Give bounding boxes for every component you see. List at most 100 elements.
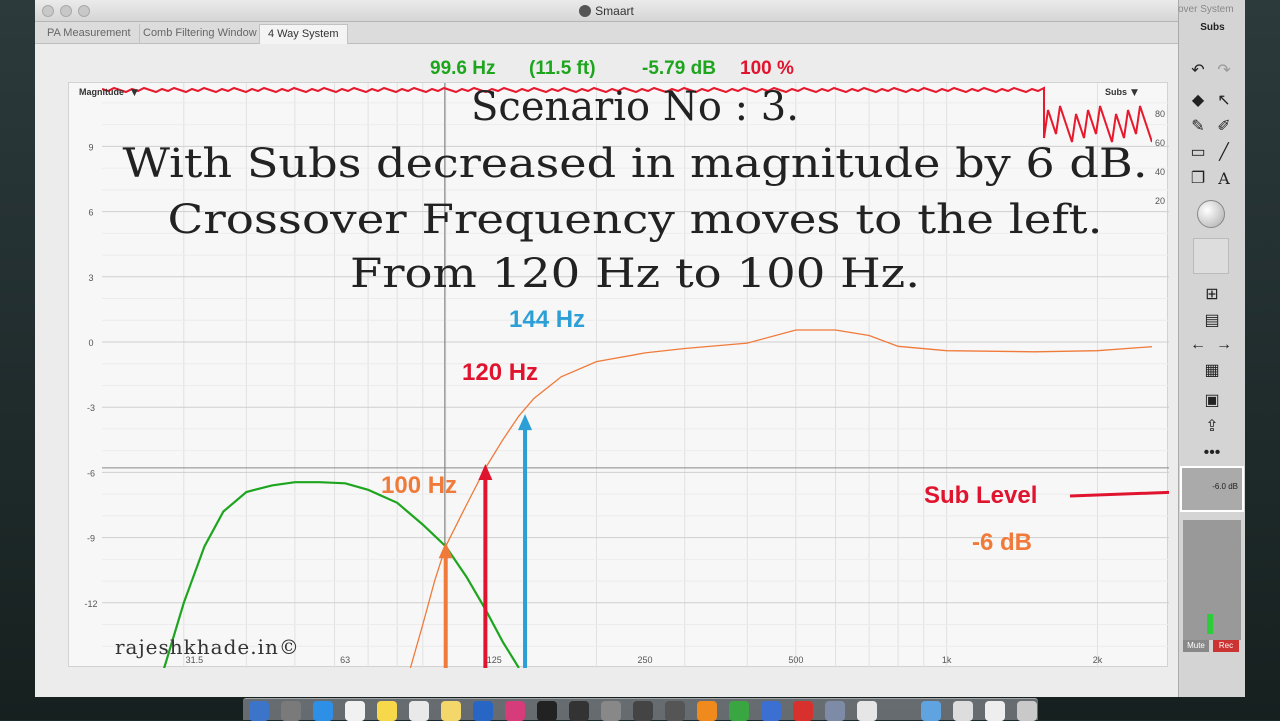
readout-magnitude: -5.79 dB	[642, 58, 716, 79]
add-page-icon[interactable]: ⊞	[1201, 284, 1223, 306]
magnitude-dropdown[interactable]: Magnitude	[79, 87, 124, 97]
redo-icon[interactable]: ↷	[1213, 60, 1235, 82]
y-tick-label: 9	[88, 142, 93, 152]
x-tick-label: 63	[340, 655, 350, 665]
v7-app-icon[interactable]	[537, 701, 557, 721]
share-icon[interactable]: ⇪	[1201, 416, 1223, 438]
more-icon[interactable]: •••	[1201, 442, 1223, 464]
stickies-icon[interactable]	[441, 701, 461, 721]
wsg-app-icon[interactable]	[729, 701, 749, 721]
chevron-down-icon[interactable]: ▼	[1131, 88, 1138, 98]
title-bar: Smaart	[35, 0, 1178, 22]
right-tool-panel: Subs ↶ ↷ ◆ ↖ ✎ ✐ ▭ ╱ ❐ A ⊞ ▤ ← → ▦ ▣ ⇪ •…	[1178, 0, 1245, 697]
utility-app-icon[interactable]	[857, 701, 877, 721]
line-tool-icon[interactable]: ╱	[1213, 142, 1235, 164]
web-app-icon[interactable]	[761, 701, 781, 721]
vlc-icon[interactable]	[697, 701, 717, 721]
duplicate-icon[interactable]: ❐	[1187, 168, 1209, 190]
audio-app-icon[interactable]	[633, 701, 653, 721]
finder-icon[interactable]	[249, 701, 269, 721]
x-tick-label: 1k	[942, 655, 952, 665]
right-axis-tick-label: 60	[1155, 138, 1165, 148]
x-tick-label: 125	[487, 655, 502, 665]
folder-icon[interactable]	[921, 701, 941, 721]
meter-value: -6.0 dB	[1212, 482, 1238, 491]
sub-level-label: Sub Level	[924, 482, 1037, 509]
marker-icon[interactable]: ✐	[1213, 116, 1235, 138]
smaart-window: Smaart PA Measurement Comb Filtering Win…	[35, 0, 1178, 697]
desktop: Smaart PA Measurement Comb Filtering Win…	[0, 0, 1280, 721]
undo-icon[interactable]: ↶	[1187, 60, 1209, 82]
calendar-icon[interactable]	[345, 701, 365, 721]
notes-icon[interactable]	[377, 701, 397, 721]
watermark: rajeshkhade.in©	[115, 635, 300, 659]
y-tick-label: -12	[84, 599, 97, 609]
annotation-line-2: With Subs decreased in magnitude by 6 dB…	[123, 141, 1148, 187]
arrow-left-icon[interactable]: ←	[1187, 334, 1209, 356]
tab-bar: PA Measurement Comb Filtering Window 4 W…	[35, 22, 1178, 44]
right-axis-tick-label: 40	[1155, 167, 1165, 177]
text-tool-icon[interactable]: A	[1213, 168, 1235, 190]
chevron-down-icon[interactable]: ▼	[131, 88, 138, 98]
documents-icon[interactable]	[953, 701, 973, 721]
background-window-title: over System	[1178, 4, 1234, 15]
eraser-icon[interactable]: ▭	[1187, 142, 1209, 164]
red-app-icon[interactable]	[793, 701, 813, 721]
grid-view-icon[interactable]: ▦	[1201, 360, 1223, 382]
window-title-text: Smaart	[595, 4, 634, 18]
subs-dropdown[interactable]: Subs	[1105, 87, 1127, 97]
scenario-title: Scenario No : 3.	[471, 84, 799, 130]
mute-button[interactable]: Mute	[1183, 640, 1209, 652]
annotation-line-3: Crossover Frequency moves to the left.	[168, 197, 1103, 243]
paint-bucket-icon[interactable]: ◆	[1187, 90, 1209, 112]
magnitude-plot[interactable]: 100 Hz 120 Hz 144 Hz 9 6 3 0 -3 -6 -9 -12 31.5 63 12…	[68, 82, 1169, 668]
readout-percent: 100 %	[740, 58, 794, 79]
y-tick-label: -6	[87, 468, 95, 478]
y-tick-label: 0	[88, 338, 93, 348]
readout-frequency: 99.6 Hz	[430, 58, 496, 79]
markers: 100 Hz 120 Hz 144 Hz	[381, 306, 585, 668]
marker-100hz-label: 100 Hz	[381, 472, 457, 499]
arrow-right-icon[interactable]: →	[1213, 334, 1235, 356]
tab-pa-measurement[interactable]: PA Measurement	[39, 24, 140, 44]
page-chart-icon[interactable]: ▤	[1201, 310, 1223, 332]
marker-144hz-arrow-head	[518, 414, 533, 431]
y-tick-label: 3	[88, 273, 93, 283]
tab-comb-filtering-window[interactable]: Comb Filtering Window	[135, 24, 266, 44]
rec-button[interactable]: Rec	[1213, 640, 1239, 652]
right-axis-tick-label: 20	[1155, 196, 1165, 206]
color-knob[interactable]	[1197, 200, 1225, 228]
y-tick-label: -9	[87, 534, 95, 544]
launchpad-icon[interactable]	[281, 701, 301, 721]
reminders-icon[interactable]	[409, 701, 429, 721]
channel-fader[interactable]	[1183, 520, 1241, 640]
downloads-icon[interactable]	[985, 701, 1005, 721]
annotation-overlays: Magnitude ▼ Subs ▼ Scenario No : 3. With…	[79, 84, 1169, 659]
readout-distance: (11.5 ft)	[529, 58, 596, 79]
slideshow-icon[interactable]: ▣	[1201, 390, 1223, 412]
music-icon[interactable]	[505, 701, 525, 721]
app-icon[interactable]	[473, 701, 493, 721]
sub-level-value: -6 dB	[972, 529, 1032, 556]
smaart-app-icon	[579, 5, 592, 17]
panel-header: Subs	[1200, 22, 1225, 33]
tab-4-way-system[interactable]: 4 Way System	[259, 24, 348, 44]
color-swatch-grid[interactable]	[1193, 238, 1229, 274]
trash-icon[interactable]	[1017, 701, 1037, 721]
cursor-readout: 99.6 Hz (11.5 ft) -5.79 dB 100 %	[35, 54, 1178, 82]
system-preferences-icon[interactable]	[601, 701, 621, 721]
pointer-icon[interactable]: ↖	[1213, 90, 1235, 112]
sub-level-meter[interactable]: -6.0 dB	[1180, 466, 1244, 512]
y-tick-label: 6	[88, 208, 93, 218]
right-axis-tick-label: 80	[1155, 109, 1165, 119]
preview-icon[interactable]	[825, 701, 845, 721]
marker-100hz-arrow-head	[438, 542, 453, 559]
magnitude-chart-svg: 100 Hz120 Hz144 Hz 9630-3-6-9-1231.5 63 12…	[79, 83, 1169, 668]
safari-icon[interactable]	[313, 701, 333, 721]
x-tick-label: 2k	[1093, 655, 1103, 665]
y-tick-label: -3	[87, 403, 95, 413]
pencil-icon[interactable]: ✎	[1187, 116, 1209, 138]
v8-app-icon[interactable]	[569, 701, 589, 721]
waveform-app-icon[interactable]	[665, 701, 685, 721]
x-tick-label: 250	[638, 655, 653, 665]
